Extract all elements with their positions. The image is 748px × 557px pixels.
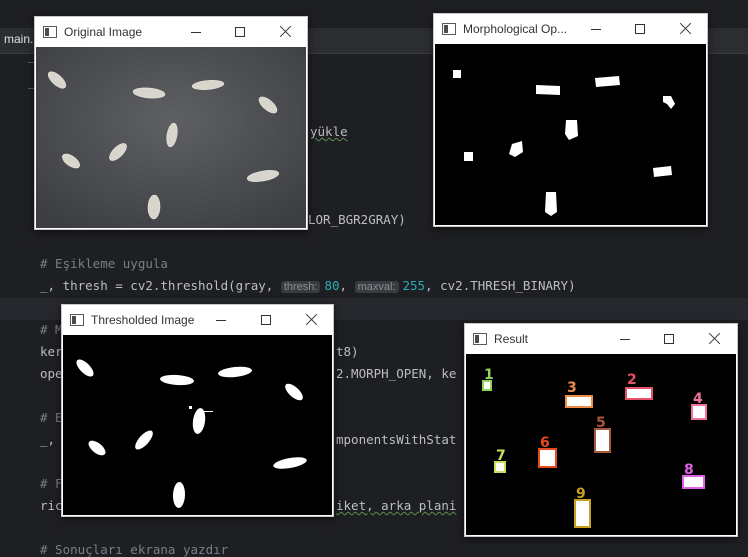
window-title: Morphological Op... bbox=[463, 22, 568, 36]
close-button[interactable] bbox=[692, 324, 738, 354]
minimize-icon bbox=[620, 339, 630, 340]
code-line: yükle bbox=[310, 124, 348, 139]
component-box bbox=[538, 448, 557, 468]
morph-image bbox=[435, 44, 706, 225]
minimize-button[interactable] bbox=[198, 305, 244, 335]
minimize-icon bbox=[191, 32, 201, 33]
original-image-window[interactable]: Original Image bbox=[34, 16, 308, 230]
maximize-button[interactable] bbox=[646, 324, 692, 354]
component-label: 1 bbox=[484, 367, 494, 383]
close-button[interactable] bbox=[663, 14, 709, 44]
close-button[interactable] bbox=[263, 17, 309, 47]
maximize-button[interactable] bbox=[217, 17, 263, 47]
component-label: 7 bbox=[496, 448, 506, 464]
minimize-icon bbox=[591, 29, 601, 30]
code-line: ker bbox=[40, 344, 63, 359]
minimize-button[interactable] bbox=[602, 324, 648, 354]
close-icon bbox=[306, 313, 318, 325]
close-icon bbox=[680, 22, 692, 34]
component-box bbox=[691, 404, 707, 420]
maximize-button[interactable] bbox=[243, 305, 289, 335]
result-image: 1 2 3 4 5 6 7 8 9 bbox=[466, 354, 736, 535]
maximize-icon bbox=[635, 24, 645, 34]
maximize-icon bbox=[664, 334, 674, 344]
minimize-button[interactable] bbox=[573, 14, 619, 44]
code-comment: # Eşikleme uygula bbox=[40, 256, 168, 271]
param-hint: maxval: bbox=[354, 281, 399, 293]
code-line: ric bbox=[40, 498, 63, 513]
app-icon bbox=[442, 23, 456, 35]
editor-tab-main[interactable]: main. bbox=[0, 32, 33, 46]
component-label: 6 bbox=[540, 435, 550, 451]
thresholded-image-window[interactable]: Thresholded Image bbox=[61, 304, 334, 517]
component-label: 2 bbox=[627, 372, 637, 388]
result-canvas: 1 2 3 4 5 6 7 8 9 bbox=[466, 354, 736, 535]
window-title: Result bbox=[494, 332, 529, 346]
code-comment: # E bbox=[40, 410, 63, 425]
app-icon bbox=[43, 26, 57, 38]
component-label: 5 bbox=[596, 415, 606, 431]
morphological-window[interactable]: Morphological Op... bbox=[433, 13, 708, 227]
minimize-button[interactable] bbox=[173, 17, 219, 47]
code-line: t8) bbox=[336, 344, 359, 359]
code-line: ope bbox=[40, 366, 63, 381]
component-box bbox=[574, 499, 591, 528]
result-window[interactable]: Result 1 2 3 4 5 6 7 8 9 bbox=[464, 323, 738, 537]
close-icon bbox=[280, 25, 292, 37]
thresholded-image bbox=[63, 335, 332, 515]
close-icon bbox=[709, 332, 721, 344]
original-image bbox=[36, 47, 306, 228]
param-hint: thresh: bbox=[280, 281, 321, 293]
title-bar[interactable]: Result bbox=[465, 324, 737, 354]
code-line: iket, arka plani bbox=[336, 498, 457, 513]
app-icon bbox=[70, 314, 84, 326]
maximize-button[interactable] bbox=[617, 14, 663, 44]
component-box bbox=[565, 395, 593, 408]
title-bar[interactable]: Morphological Op... bbox=[434, 14, 707, 44]
code-comment: # Sonuçları ekrana yazdır bbox=[40, 542, 229, 557]
code-line: 2.MORPH_OPEN, ke bbox=[336, 366, 457, 381]
title-bar[interactable]: Thresholded Image bbox=[62, 305, 333, 335]
code-comment: # F bbox=[40, 476, 63, 491]
app-icon bbox=[473, 333, 487, 345]
close-button[interactable] bbox=[289, 305, 335, 335]
component-label: 3 bbox=[567, 380, 577, 396]
component-label: 9 bbox=[576, 486, 586, 502]
component-box bbox=[625, 387, 653, 400]
maximize-icon bbox=[261, 315, 271, 325]
code-comment: # M bbox=[40, 322, 63, 337]
component-label: 8 bbox=[684, 462, 694, 478]
minimize-icon bbox=[216, 320, 226, 321]
code-line-threshold: _, thresh = cv2.threshold(gray, thresh: 8… bbox=[40, 278, 576, 293]
code-line: _, bbox=[40, 432, 56, 447]
component-label: 4 bbox=[693, 391, 703, 407]
window-title: Thresholded Image bbox=[91, 313, 195, 327]
code-line: LOR_BGR2GRAY) bbox=[308, 212, 406, 227]
maximize-icon bbox=[235, 27, 245, 37]
code-line: mponentsWithStat bbox=[336, 432, 457, 447]
title-bar[interactable]: Original Image bbox=[35, 17, 307, 47]
component-box bbox=[594, 428, 611, 453]
